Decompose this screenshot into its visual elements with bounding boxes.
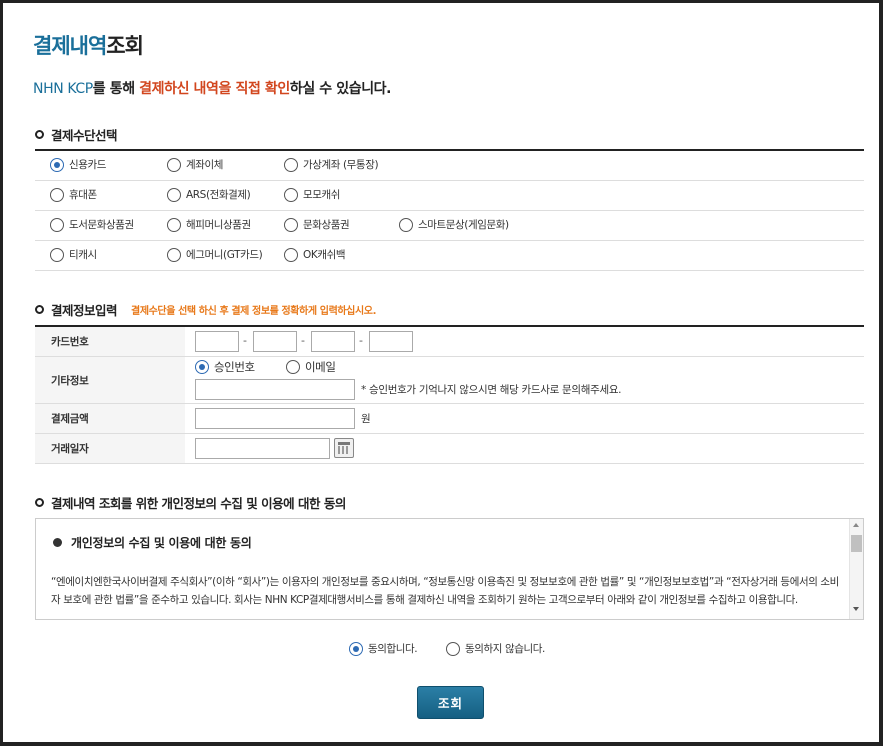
scrollbar[interactable] bbox=[849, 519, 863, 619]
etc-info-label: 기타정보 bbox=[35, 357, 185, 403]
date-label: 거래일자 bbox=[35, 434, 185, 463]
search-button[interactable]: 조회 bbox=[417, 686, 484, 719]
etc-info-hint: * 승인번호가 기억나지 않으시면 해당 카드사로 문의해주세요. bbox=[361, 384, 622, 396]
card-separator: - bbox=[301, 334, 305, 347]
radio-happymoney-gift-card[interactable]: 해피머니상품권 bbox=[167, 217, 251, 232]
page-title: 결제내역조회 bbox=[33, 34, 144, 58]
card-separator: - bbox=[359, 334, 363, 347]
divider bbox=[35, 270, 864, 271]
date-input[interactable] bbox=[195, 438, 330, 459]
radio-account-transfer[interactable]: 계좌이체 bbox=[167, 157, 223, 172]
amount-input[interactable] bbox=[195, 408, 355, 429]
intro-text: NHN KCP를 통해 결제하신 내역을 직접 확인하실 수 있습니다. bbox=[33, 81, 392, 97]
radio-ok-cashbag[interactable]: OK캐쉬백 bbox=[284, 247, 346, 262]
radio-agree[interactable]: 동의합니다. bbox=[349, 641, 418, 656]
scroll-up-icon[interactable] bbox=[853, 523, 859, 527]
divider bbox=[35, 210, 864, 211]
policy-text: “엔에이치엔한국사이버결제 주식회사”(이하 “회사”)는 이용자의 개인정보를… bbox=[51, 576, 839, 606]
scroll-down-icon[interactable] bbox=[853, 607, 859, 611]
radio-email[interactable]: 이메일 bbox=[286, 359, 336, 375]
radio-tcash[interactable]: 티캐시 bbox=[50, 247, 97, 262]
section-bullet-icon bbox=[35, 498, 44, 507]
payment-info-note: 결제수단을 선택 하신 후 결제 정보를 정확하게 입력하십시오. bbox=[131, 306, 376, 317]
radio-culture-gift-card[interactable]: 문화상품권 bbox=[284, 217, 350, 232]
card-separator: - bbox=[243, 334, 247, 347]
radio-eggmoney[interactable]: 에그머니(GT카드) bbox=[167, 247, 263, 262]
consent-heading: 결제내역 조회를 위한 개인정보의 수집 및 이용에 대한 동의 bbox=[35, 493, 346, 512]
divider bbox=[35, 180, 864, 181]
bullet-icon bbox=[53, 538, 62, 547]
calendar-icon[interactable] bbox=[334, 438, 354, 458]
radio-ars[interactable]: ARS(전화결제) bbox=[167, 187, 251, 202]
card-number-field-1[interactable] bbox=[195, 331, 239, 352]
privacy-policy-box[interactable]: 개인정보의 수집 및 이용에 대한 동의 “엔에이치엔한국사이버결제 주식회사”… bbox=[35, 518, 864, 620]
amount-label: 결제금액 bbox=[35, 404, 185, 433]
radio-approval-number[interactable]: 승인번호 bbox=[195, 359, 255, 375]
policy-title: 개인정보의 수집 및 이용에 대한 동의 bbox=[51, 534, 841, 551]
divider bbox=[35, 463, 864, 464]
radio-momo-cash[interactable]: 모모캐쉬 bbox=[284, 187, 340, 202]
divider bbox=[35, 240, 864, 241]
card-number-field-3[interactable] bbox=[311, 331, 355, 352]
card-number-field-4[interactable] bbox=[369, 331, 413, 352]
section-bullet-icon bbox=[35, 130, 44, 139]
radio-credit-card[interactable]: 신용카드 bbox=[50, 157, 106, 172]
radio-book-gift-card[interactable]: 도서문화상품권 bbox=[50, 217, 134, 232]
etc-info-input[interactable] bbox=[195, 379, 355, 400]
radio-mobile-phone[interactable]: 휴대폰 bbox=[50, 187, 97, 202]
card-number-label: 카드번호 bbox=[35, 327, 185, 356]
radio-disagree[interactable]: 동의하지 않습니다. bbox=[446, 641, 545, 656]
payment-info-heading: 결제정보입력 결제수단을 선택 하신 후 결제 정보를 정확하게 입력하십시오. bbox=[35, 300, 376, 319]
card-number-field-2[interactable] bbox=[253, 331, 297, 352]
scrollbar-thumb[interactable] bbox=[851, 535, 862, 552]
radio-smart-munsang[interactable]: 스마트문상(게임문화) bbox=[399, 217, 509, 232]
amount-unit: 원 bbox=[361, 413, 371, 425]
section-bullet-icon bbox=[35, 305, 44, 314]
payment-method-heading: 결제수단선택 bbox=[35, 125, 118, 144]
radio-virtual-account[interactable]: 가상계좌 (무통장) bbox=[284, 157, 379, 172]
divider bbox=[35, 149, 864, 151]
